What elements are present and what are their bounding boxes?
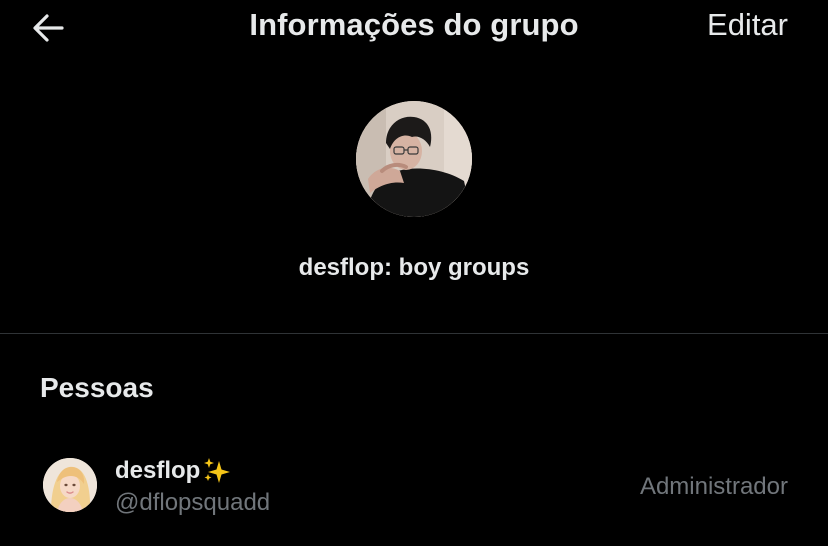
group-name: desflop: boy groups (298, 254, 530, 281)
member-display-name: desflop (115, 457, 201, 484)
top-bar: Informações do grupo Editar (0, 0, 828, 56)
arrow-left-icon (28, 8, 72, 48)
avatar (43, 458, 97, 512)
member-handle: @dflopsquadd (115, 489, 271, 516)
people-section-title: Pessoas (40, 372, 154, 403)
member-role-badge: Administrador (639, 473, 788, 500)
back-button[interactable] (28, 8, 72, 48)
member-row[interactable]: desflop @dflopsquadd Administrador (0, 448, 828, 526)
sparkles-icon (202, 457, 232, 485)
divider (0, 333, 828, 334)
group-avatar[interactable] (356, 101, 472, 217)
edit-button[interactable]: Editar (707, 7, 788, 43)
page-title: Informações do grupo (249, 7, 579, 42)
member-name: desflop (115, 457, 232, 485)
